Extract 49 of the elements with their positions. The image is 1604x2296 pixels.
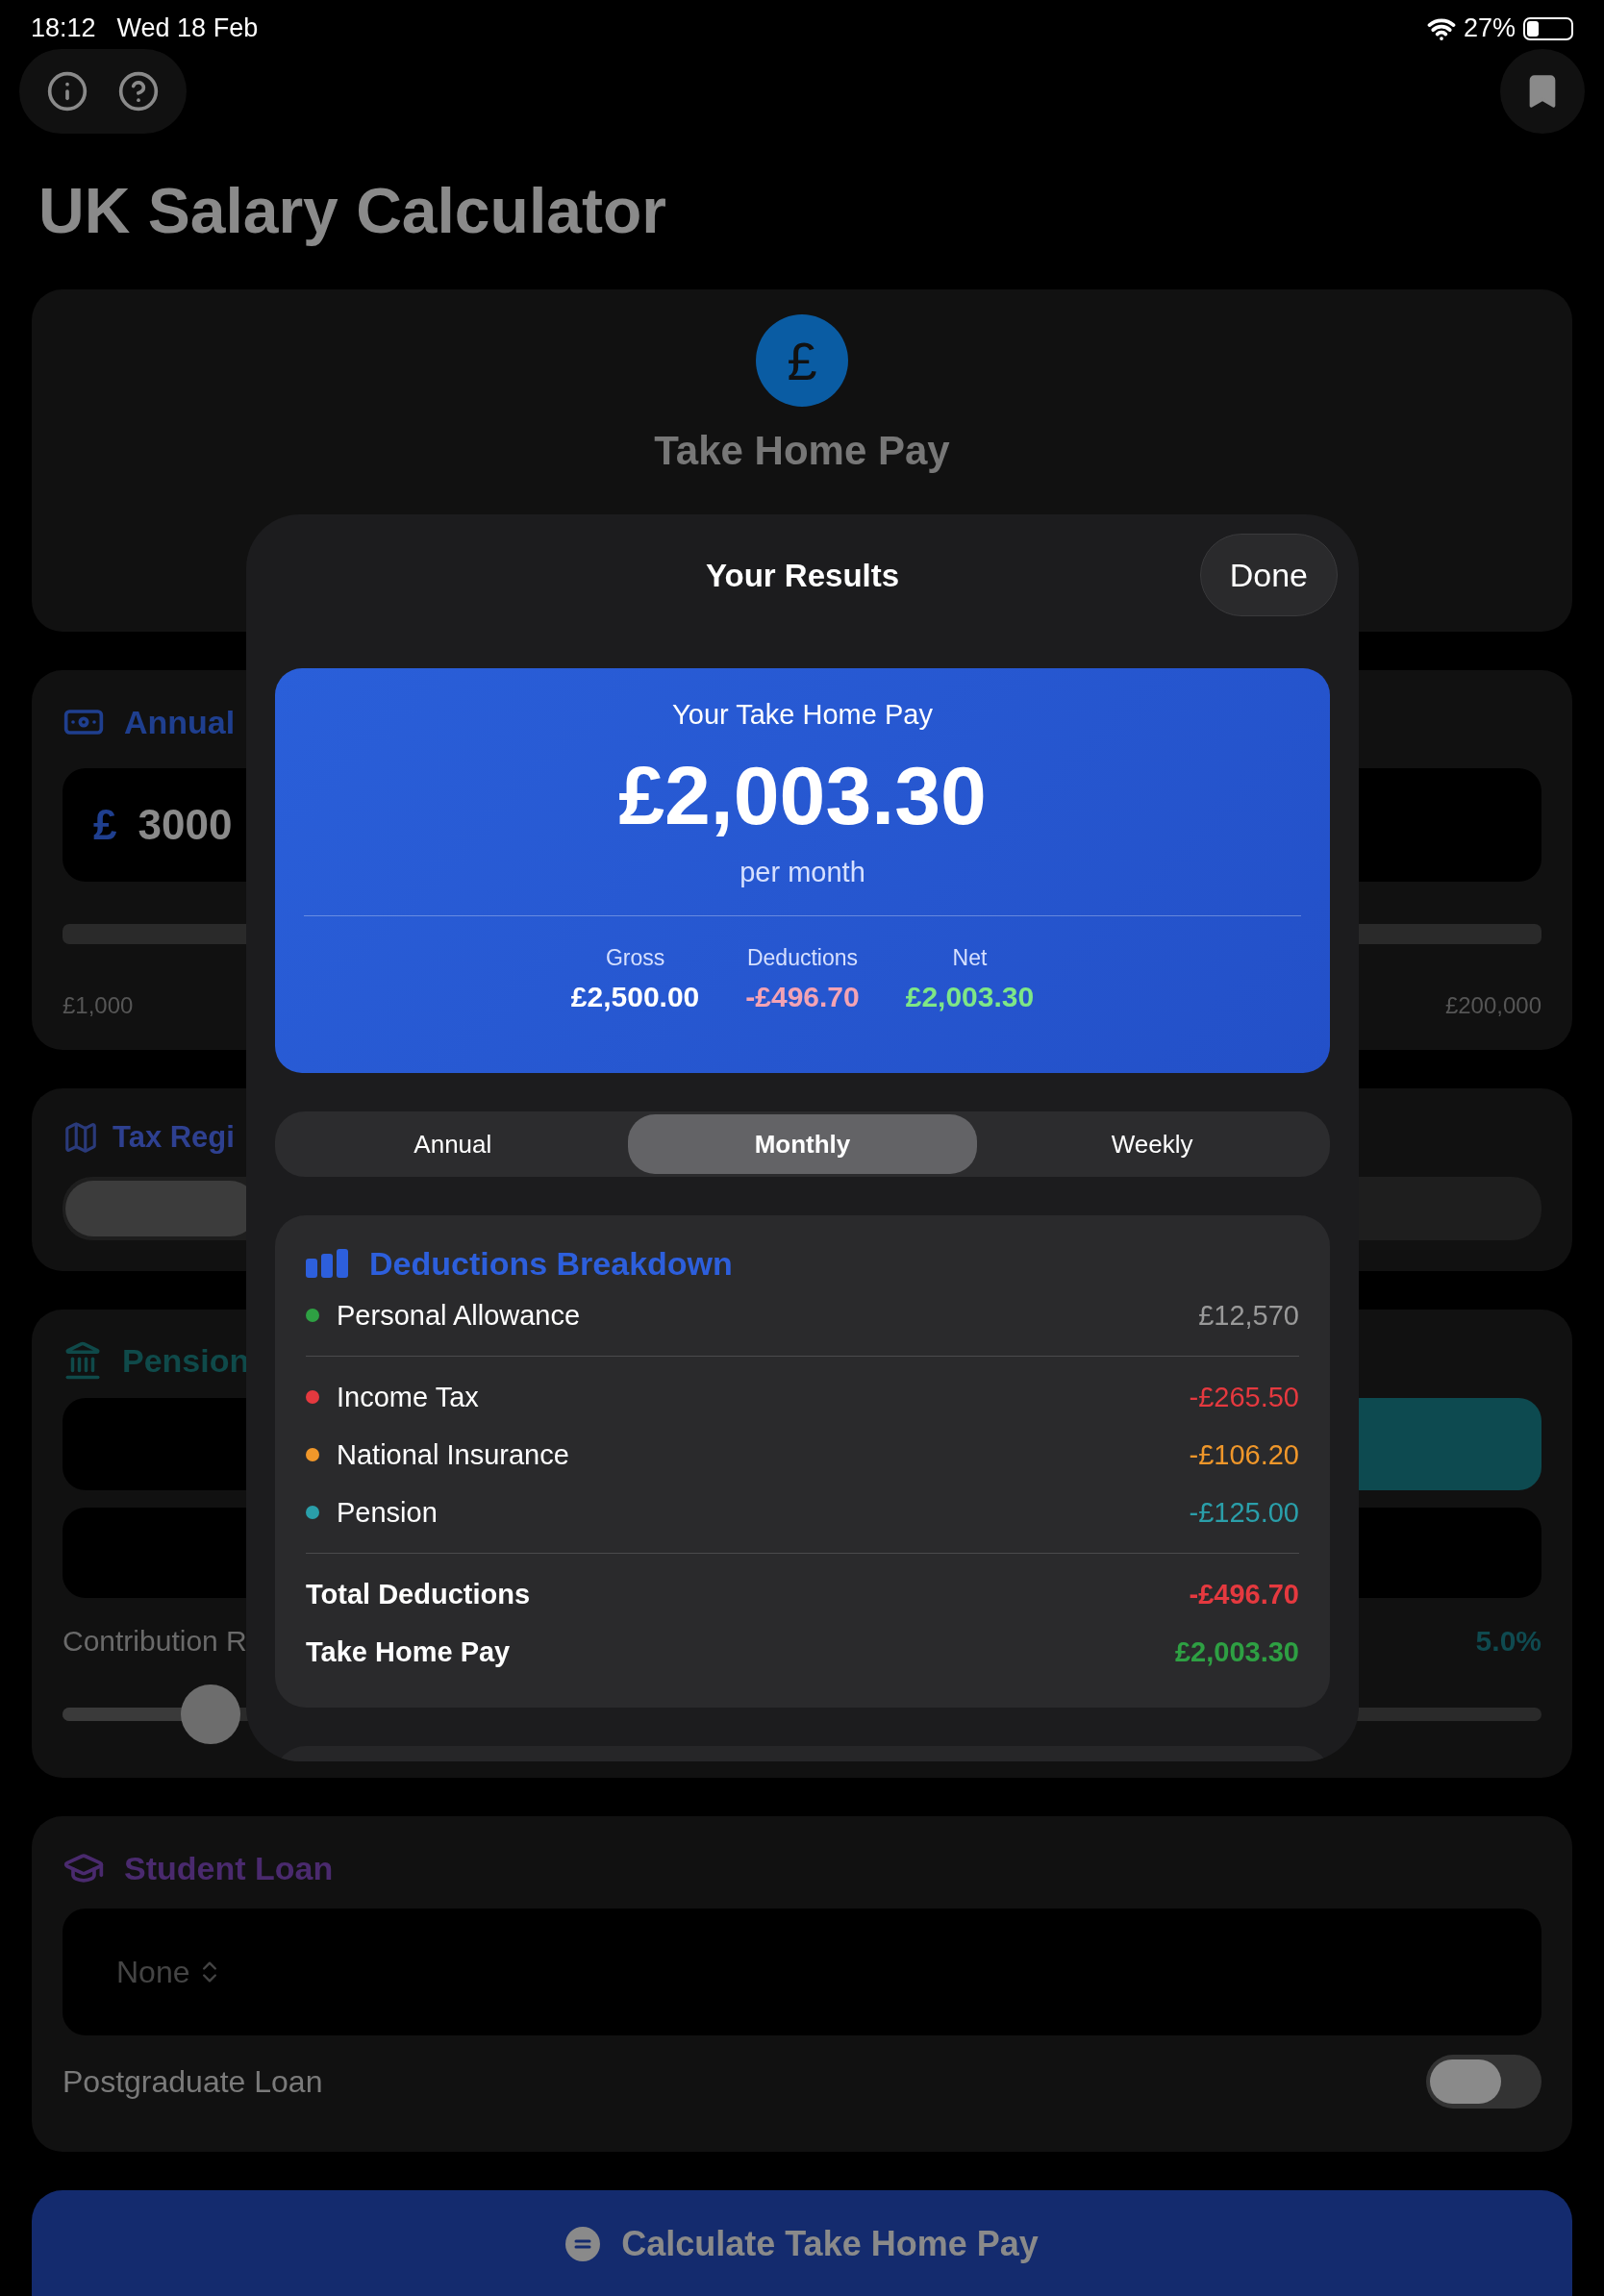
postgraduate-toggle[interactable] — [1426, 2055, 1541, 2109]
breakdown-value: £12,570 — [1198, 1299, 1299, 1332]
stat-value: -£496.70 — [745, 981, 860, 1013]
hero-label: Your Take Home Pay — [672, 699, 933, 731]
help-icon[interactable] — [117, 70, 160, 112]
period-tab[interactable]: Annual — [278, 1114, 628, 1174]
total-label: Take Home Pay — [306, 1635, 511, 1668]
period-label: per month — [739, 857, 865, 888]
slider-min-label: £1,000 — [63, 992, 134, 1019]
breakdown-value: -£125.00 — [1189, 1496, 1299, 1529]
postgraduate-label: Postgraduate Loan — [63, 2063, 323, 2100]
stat-value: £2,003.30 — [905, 981, 1035, 1013]
bar-chart-icon — [306, 1249, 350, 1278]
slider-max-label: £200,000 — [1444, 992, 1541, 1019]
breakdown-label: Pension — [337, 1496, 438, 1529]
breakdown-label: Personal Allowance — [337, 1299, 581, 1332]
take-home-amount: £2,003.30 — [618, 748, 987, 843]
total-label: Total Deductions — [306, 1578, 531, 1610]
status-time: 18:12 — [31, 13, 96, 43]
pound-icon: £ — [756, 314, 848, 407]
stat-label: Gross — [605, 945, 665, 971]
contribution-label: Contribution R — [63, 1625, 247, 1658]
breakdown-title: Deductions Breakdown — [369, 1244, 733, 1283]
equals-icon — [565, 2226, 601, 2261]
breakdown-label: National Insurance — [337, 1438, 569, 1471]
breakdown-label: Income Tax — [337, 1381, 479, 1413]
sheet-title: Your Results — [705, 558, 900, 594]
breakdown-value: -£106.20 — [1189, 1438, 1299, 1471]
section-title: Annual — [124, 703, 236, 741]
battery-icon — [1523, 16, 1573, 40]
total-value: -£496.70 — [1189, 1578, 1299, 1610]
stat-label: Deductions — [746, 945, 859, 971]
stat-value: £2,500.00 — [570, 981, 700, 1013]
contribution-value: 5.0% — [1475, 1625, 1541, 1658]
section-title: Student Loan — [124, 1849, 334, 1887]
done-button[interactable]: Done — [1199, 534, 1338, 616]
calculate-button[interactable]: Calculate Take Home Pay — [32, 2190, 1572, 2296]
total-value: £2,003.30 — [1175, 1635, 1299, 1668]
breakdown-value: -£265.50 — [1189, 1381, 1299, 1413]
battery-percentage: 27% — [1463, 13, 1516, 43]
section-title: Tax Regi — [113, 1120, 235, 1155]
section-title: Pension — [122, 1341, 250, 1380]
card-title: Take Home Pay — [654, 428, 950, 474]
period-tab[interactable]: Weekly — [977, 1114, 1327, 1174]
info-icon[interactable] — [46, 70, 88, 112]
status-date: Wed 18 Feb — [116, 13, 259, 43]
page-title: UK Salary Calculator — [38, 174, 667, 247]
stat-label: Net — [952, 945, 988, 971]
period-tab[interactable]: Monthly — [627, 1114, 978, 1174]
